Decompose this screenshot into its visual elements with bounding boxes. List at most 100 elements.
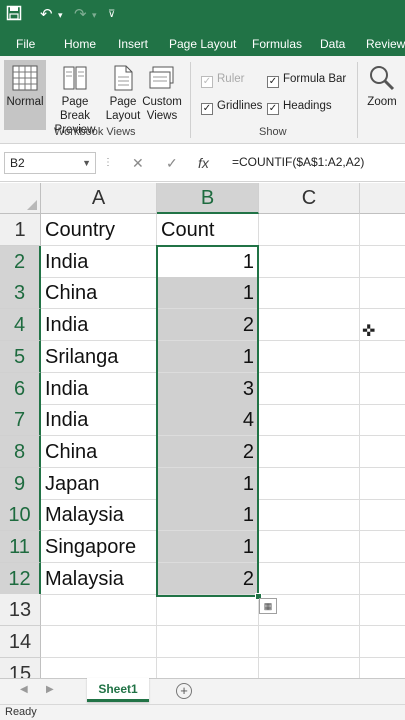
cancel-icon[interactable]: ✕	[132, 154, 144, 172]
row-header[interactable]: 13	[0, 594, 41, 626]
cell-c[interactable]	[259, 277, 360, 309]
cell-a[interactable]	[41, 626, 157, 658]
tab-insert[interactable]: Insert	[118, 36, 148, 52]
cell-c[interactable]	[259, 499, 360, 531]
cell-b[interactable]: 1	[157, 531, 259, 563]
cell-b[interactable]: 2	[157, 563, 259, 595]
tab-review[interactable]: Review	[366, 36, 405, 52]
cell-b[interactable]	[157, 658, 259, 678]
cell-d[interactable]	[360, 531, 405, 563]
cell-b[interactable]: 1	[157, 246, 259, 278]
cell-b[interactable]: 3	[157, 373, 259, 405]
gridlines-checkbox[interactable]: ✓ Gridlines	[201, 99, 262, 115]
row-header[interactable]: 6	[0, 373, 41, 405]
tab-page-layout[interactable]: Page Layout	[169, 36, 236, 52]
cell-d[interactable]	[360, 341, 405, 373]
row-header[interactable]: 9	[0, 468, 41, 500]
cell-b[interactable]: 1	[157, 341, 259, 373]
save-icon[interactable]	[6, 5, 22, 27]
row-header[interactable]: 1	[0, 214, 41, 246]
cell-a[interactable]: India	[41, 309, 157, 341]
tab-home[interactable]: Home	[64, 36, 96, 52]
cell-d[interactable]	[360, 246, 405, 278]
cell-c[interactable]	[259, 436, 360, 468]
row-header[interactable]: 10	[0, 499, 41, 531]
cell-d[interactable]	[360, 373, 405, 405]
cell-b[interactable]: 1	[157, 499, 259, 531]
cell-c[interactable]	[259, 531, 360, 563]
sheet-tab-sheet1[interactable]: Sheet1	[87, 678, 149, 702]
row-header[interactable]: 4	[0, 309, 41, 341]
cell-b[interactable]	[157, 594, 259, 626]
cell-a[interactable]: India	[41, 373, 157, 405]
cell-a[interactable]: India	[41, 404, 157, 436]
add-sheet-icon[interactable]: +	[176, 683, 192, 699]
select-all-button[interactable]	[0, 183, 41, 214]
cell-a[interactable]: India	[41, 246, 157, 278]
undo-dropdown-icon[interactable]: ▾	[58, 5, 63, 25]
cell-d[interactable]	[360, 626, 405, 658]
cell-a[interactable]: Srilanga	[41, 341, 157, 373]
cell-a[interactable]: Singapore	[41, 531, 157, 563]
row-header[interactable]: 7	[0, 404, 41, 436]
row-header[interactable]: 14	[0, 626, 41, 658]
tab-data[interactable]: Data	[320, 36, 345, 52]
row-header[interactable]: 11	[0, 531, 41, 563]
cell-c[interactable]	[259, 404, 360, 436]
cell-c[interactable]	[259, 214, 360, 246]
redo-icon[interactable]: ↷	[74, 5, 87, 25]
cell-b[interactable]: 2	[157, 309, 259, 341]
next-sheet-icon[interactable]: ▶	[46, 684, 54, 695]
zoom-button[interactable]: Zoom	[362, 60, 402, 130]
page-break-preview-button[interactable]: Page Break Preview	[47, 60, 103, 136]
row-header[interactable]: 12	[0, 563, 41, 595]
name-box[interactable]: B2 ▼	[4, 152, 96, 174]
cell-d[interactable]	[360, 214, 405, 246]
row-header[interactable]: 3	[0, 277, 41, 309]
cell-d[interactable]	[360, 658, 405, 678]
cell-d[interactable]	[360, 436, 405, 468]
custom-views-button[interactable]: Custom Views	[142, 60, 182, 130]
cell-a[interactable]: China	[41, 277, 157, 309]
cell-a[interactable]: Country	[41, 214, 157, 246]
tab-formulas[interactable]: Formulas	[252, 36, 302, 52]
cell-b[interactable]: Count	[157, 214, 259, 246]
cell-d[interactable]	[360, 499, 405, 531]
cell-d[interactable]	[360, 404, 405, 436]
cell-a[interactable]: Malaysia	[41, 499, 157, 531]
cell-a[interactable]	[41, 594, 157, 626]
cell-c[interactable]	[259, 626, 360, 658]
cell-c[interactable]	[259, 373, 360, 405]
cell-b[interactable]: 2	[157, 436, 259, 468]
enter-icon[interactable]: ✓	[166, 154, 178, 172]
column-header-c[interactable]: C	[259, 183, 360, 214]
more-options-icon[interactable]: ⋮	[103, 154, 113, 172]
cell-c[interactable]	[259, 309, 360, 341]
undo-icon[interactable]: ↶	[40, 5, 53, 25]
cell-c[interactable]	[259, 563, 360, 595]
cell-d[interactable]	[360, 468, 405, 500]
spreadsheet-grid[interactable]: A B C 1 Country Count 2 India 1 3 China 1 4 India 2…	[0, 183, 405, 678]
column-header-b[interactable]: B	[157, 183, 259, 214]
cell-a[interactable]	[41, 658, 157, 678]
cell-b[interactable]: 1	[157, 468, 259, 500]
cell-c[interactable]	[259, 341, 360, 373]
cell-c[interactable]	[259, 468, 360, 500]
function-icon[interactable]: fx	[198, 154, 209, 172]
row-header[interactable]: 8	[0, 436, 41, 468]
column-header-a[interactable]: A	[41, 183, 157, 214]
chevron-down-icon[interactable]: ▼	[82, 153, 91, 173]
normal-view-button[interactable]: Normal	[4, 60, 46, 130]
cell-d[interactable]	[360, 594, 405, 626]
customize-icon[interactable]: ⊽	[108, 5, 115, 25]
ruler-checkbox[interactable]: ✓ Ruler	[201, 72, 244, 88]
cell-d[interactable]	[360, 277, 405, 309]
cell-a[interactable]: Malaysia	[41, 563, 157, 595]
cell-a[interactable]: Japan	[41, 468, 157, 500]
cell-c[interactable]	[259, 658, 360, 678]
cell-b[interactable]: 4	[157, 404, 259, 436]
cell-a[interactable]: China	[41, 436, 157, 468]
quick-analysis-icon[interactable]: ▦	[259, 598, 277, 614]
row-header[interactable]: 5	[0, 341, 41, 373]
cell-d[interactable]	[360, 563, 405, 595]
